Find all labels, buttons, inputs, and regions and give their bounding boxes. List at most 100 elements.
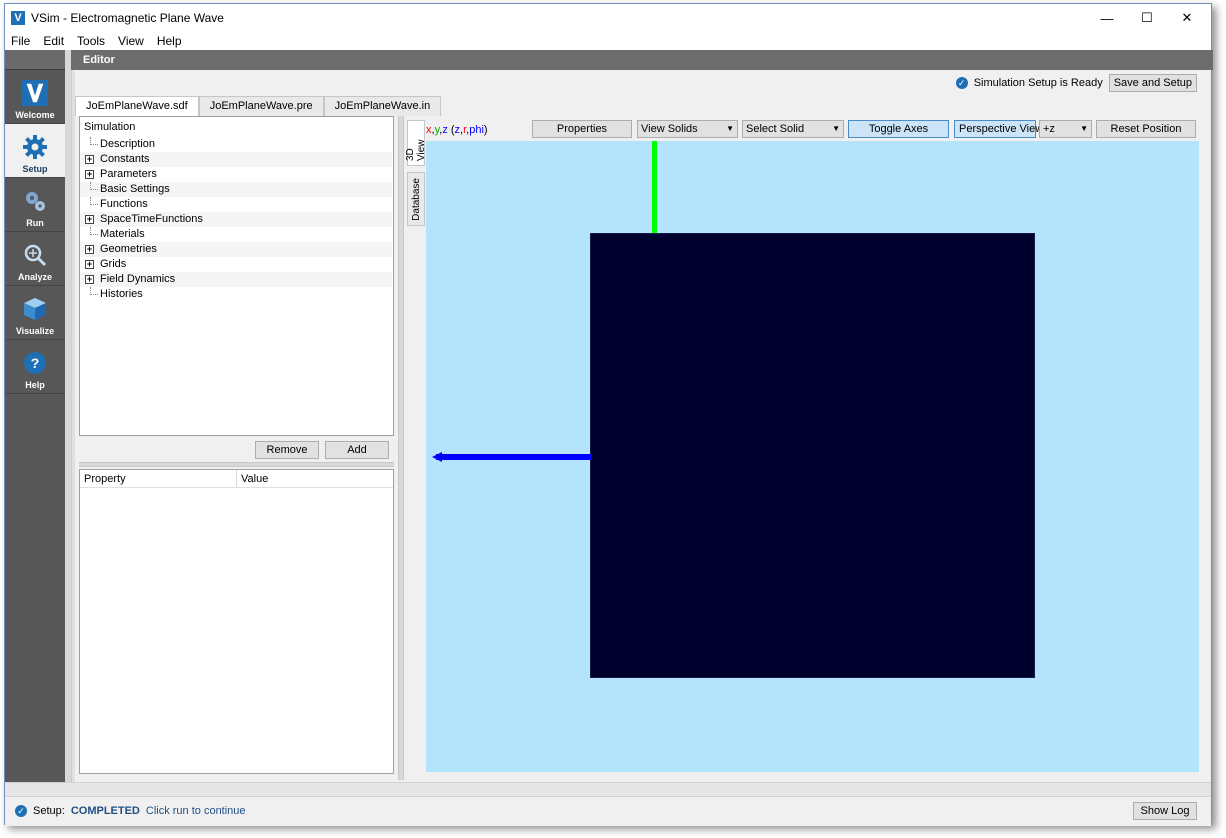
nav-item-analyze[interactable]: Analyze [5,232,65,286]
z-axis-arrowhead [432,452,442,462]
tree-item-constants[interactable]: + Constants [80,152,392,167]
tree-item-spacetimefunctions[interactable]: + SpaceTimeFunctions [80,212,392,227]
tab-in[interactable]: JoEmPlaneWave.in [323,96,442,116]
gears-icon [22,188,48,214]
vsim-app-icon: V [11,11,25,25]
menu-edit[interactable]: Edit [37,32,71,50]
expand-icon[interactable]: + [85,275,94,284]
save-and-setup-button[interactable]: Save and Setup [1108,74,1197,92]
view-direction-dropdown[interactable]: +z ▼ [1039,120,1092,138]
tree-item-label: Grids [100,258,127,270]
vertical-splitter[interactable] [398,116,404,780]
menu-help[interactable]: Help [151,32,189,50]
coord-z: z [442,124,448,136]
status-bar: ✓ Setup: COMPLETED Click run to continue… [5,782,1211,826]
nav-item-setup[interactable]: Setup [5,124,65,178]
reset-position-button[interactable]: Reset Position [1096,120,1196,138]
show-log-button[interactable]: Show Log [1133,802,1197,820]
simulation-grid-box [590,233,1035,678]
app-window: V VSim - Electromagnetic Plane Wave — ☐ … [4,3,1213,826]
tree-item-geometries[interactable]: + Geometries [80,242,392,257]
nav-label-help: Help [25,380,45,390]
dropdown-arrow-icon: ▼ [1080,124,1088,133]
nav-label-run: Run [26,218,44,228]
tree-connector [90,137,98,145]
nav-item-welcome[interactable]: Welcome [5,70,65,124]
tree-item-label: Basic Settings [100,183,170,195]
menu-view[interactable]: View [112,32,151,50]
tab-3d-view-label: 3D View [405,139,427,162]
tab-sdf[interactable]: JoEmPlaneWave.sdf [75,96,199,116]
tab-3d-view[interactable]: 3D View [405,120,427,166]
minimize-icon[interactable]: — [1087,4,1127,32]
expand-icon[interactable]: + [85,215,94,224]
tab-database[interactable]: Database [407,172,425,226]
property-table-header: Property Value [80,470,393,488]
view-vertical-tabs: 3D View Database [405,120,427,232]
coord-y: y [434,124,440,136]
coord-phi: phi [469,124,484,136]
expand-icon[interactable]: + [85,260,94,269]
tree-item-label: Description [100,138,156,150]
tree-item-label: Geometries [100,243,157,255]
setup-status: ✓ Simulation Setup is Ready Save and Set… [955,74,1197,92]
tree-root-simulation[interactable]: Simulation [84,121,135,133]
tab-pre[interactable]: JoEmPlaneWave.pre [198,96,324,116]
tree-item-grids[interactable]: + Grids [80,257,392,272]
menu-bar: File Edit Tools View Help [5,32,1211,50]
vsim-logo-icon [22,80,48,106]
tree-item-label: Materials [100,228,145,240]
view-solids-dropdown[interactable]: View Solids ▼ [637,120,738,138]
nav-label-setup: Setup [22,164,48,174]
tree-item-label: Parameters [100,168,157,180]
tree-item-parameters[interactable]: + Parameters [80,167,392,182]
simulation-tree: Simulation Description + Constants + Par… [79,116,394,436]
view-direction-value: +z [1043,123,1055,135]
expand-icon[interactable]: + [85,170,94,179]
tree-actions: Remove Add [255,441,389,459]
toggle-axes-button[interactable]: Toggle Axes [848,120,949,138]
expand-icon[interactable]: + [85,245,94,254]
status-state: COMPLETED [70,805,140,817]
editor-left-border [71,70,75,782]
maximize-icon[interactable]: ☐ [1127,4,1167,32]
tree-item-description[interactable]: Description [80,137,392,152]
tree-item-materials[interactable]: Materials [80,227,392,242]
property-table: Property Value [79,469,394,774]
nav-sidebar: Welcome Setup Run Analyze Visualize ? He… [5,50,65,782]
select-solid-dropdown[interactable]: Select Solid ▼ [742,120,844,138]
column-header-value[interactable]: Value [237,470,268,487]
perspective-view-button[interactable]: Perspective View [954,120,1043,138]
tree-item-label: Functions [100,198,148,210]
properties-button[interactable]: Properties [532,120,632,138]
expand-icon[interactable]: + [85,155,94,164]
menu-file[interactable]: File [5,32,37,50]
tree-connector [90,182,98,190]
coord-z-cyl: z [454,124,461,136]
menu-tools[interactable]: Tools [71,32,112,50]
horizontal-splitter[interactable] [79,462,394,467]
tree-item-label: SpaceTimeFunctions [100,213,203,225]
tree-item-label: Histories [100,288,143,300]
tree-item-functions[interactable]: Functions [80,197,392,212]
gear-icon [22,134,48,160]
tree-item-field-dynamics[interactable]: + Field Dynamics [80,272,392,287]
3d-viewport[interactable] [426,141,1199,772]
nav-item-visualize[interactable]: Visualize [5,286,65,340]
tree-connector [90,197,98,205]
nav-label-welcome: Welcome [15,110,55,120]
y-axis-arrow [652,141,657,234]
column-header-property[interactable]: Property [80,470,237,487]
editor-header: Editor [71,50,1213,70]
add-button[interactable]: Add [325,441,389,459]
run-status: ✓ Setup: COMPLETED Click run to continue [15,805,246,817]
cube-icon [22,296,48,322]
close-icon[interactable]: ✕ [1167,4,1207,32]
tree-item-basic-settings[interactable]: Basic Settings [80,182,392,197]
nav-item-help[interactable]: ? Help [5,340,65,394]
remove-button[interactable]: Remove [255,441,319,459]
coord-r: r [463,124,467,136]
tree-item-histories[interactable]: Histories [80,287,392,302]
status-label: Setup: [33,805,65,817]
nav-item-run[interactable]: Run [5,178,65,232]
